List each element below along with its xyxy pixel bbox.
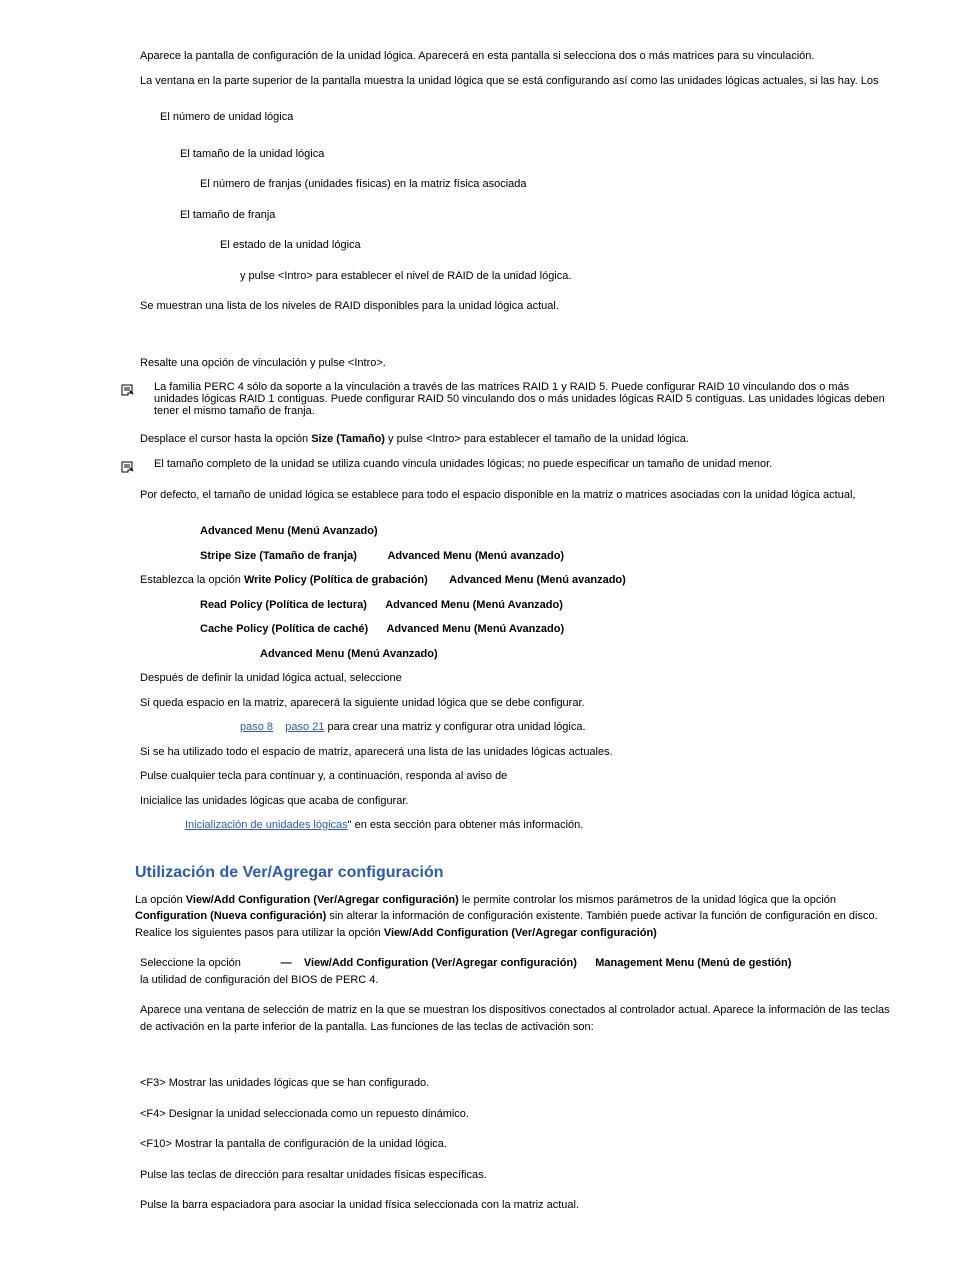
intro-paragraph: La opción View/Add Configuration (Ver/Ag… bbox=[135, 892, 894, 942]
menu-line: Stripe Size (Tamaño de franja) Advanced … bbox=[200, 548, 894, 565]
menu-line: Advanced Menu (Menú Avanzado) bbox=[260, 646, 894, 663]
paragraph: Aparece una ventana de selección de matr… bbox=[140, 1002, 894, 1035]
paragraph: Se muestran una lista de los niveles de … bbox=[140, 298, 894, 315]
list-item: El número de unidad lógica bbox=[160, 109, 894, 126]
paragraph: Por defecto, el tamaño de unidad lógica … bbox=[140, 487, 894, 504]
note-icon bbox=[120, 460, 134, 477]
hotkey-line: <F3> Mostrar las unidades lógicas que se… bbox=[140, 1075, 894, 1092]
menu-line: Read Policy (Política de lectura) Advanc… bbox=[200, 597, 894, 614]
list-item: y pulse <Intro> para establecer el nivel… bbox=[240, 268, 894, 285]
step-line: Seleccione la opción — View/Add Configur… bbox=[140, 955, 894, 988]
link-paso-21[interactable]: paso 21 bbox=[285, 721, 324, 733]
link-inicializacion[interactable]: Inicialización de unidades lógicas bbox=[185, 819, 348, 831]
list-item: El tamaño de la unidad lógica bbox=[180, 146, 894, 163]
note-icon bbox=[120, 383, 134, 400]
hotkey-line: Pulse la barra espaciadora para asociar … bbox=[140, 1197, 894, 1214]
menu-line: Establezca la opción Write Policy (Polít… bbox=[140, 572, 894, 589]
note-text: La familia PERC 4 sólo da soporte a la v… bbox=[154, 381, 894, 417]
list-item: El número de franjas (unidades físicas) … bbox=[200, 176, 894, 193]
paragraph: Después de definir la unidad lógica actu… bbox=[140, 670, 894, 687]
paragraph: Inicialice las unidades lógicas que acab… bbox=[140, 793, 894, 810]
list-item: El tamaño de franja bbox=[180, 207, 894, 224]
menu-line: Advanced Menu (Menú Avanzado) bbox=[200, 523, 894, 540]
paragraph: Inicialización de unidades lógicas" en e… bbox=[185, 817, 894, 834]
paragraph: Si se ha utilizado todo el espacio de ma… bbox=[140, 744, 894, 761]
note: El tamaño completo de la unidad se utili… bbox=[140, 458, 894, 477]
note: La familia PERC 4 sólo da soporte a la v… bbox=[140, 381, 894, 417]
menu-line: Cache Policy (Política de caché) Advance… bbox=[200, 621, 894, 638]
hotkey-line: <F10> Mostrar la pantalla de configuraci… bbox=[140, 1136, 894, 1153]
paragraph: Aparece la pantalla de configuración de … bbox=[140, 48, 894, 65]
paragraph: paso 8 paso 21 para crear una matriz y c… bbox=[240, 719, 894, 736]
paragraph: La ventana en la parte superior de la pa… bbox=[140, 73, 894, 90]
paragraph: Si queda espacio en la matriz, aparecerá… bbox=[140, 695, 894, 712]
note-text: El tamaño completo de la unidad se utili… bbox=[154, 458, 772, 470]
paragraph: Resalte una opción de vinculación y puls… bbox=[140, 355, 894, 372]
paragraph: Desplace el cursor hasta la opción Size … bbox=[140, 431, 894, 448]
section-heading: Utilización de Ver/Agregar configuración bbox=[135, 864, 894, 882]
hotkey-line: Pulse las teclas de dirección para resal… bbox=[140, 1167, 894, 1184]
link-paso-8[interactable]: paso 8 bbox=[240, 721, 273, 733]
hotkey-line: <F4> Designar la unidad seleccionada com… bbox=[140, 1106, 894, 1123]
list-item: El estado de la unidad lógica bbox=[220, 237, 894, 254]
paragraph: Pulse cualquier tecla para continuar y, … bbox=[140, 768, 894, 785]
